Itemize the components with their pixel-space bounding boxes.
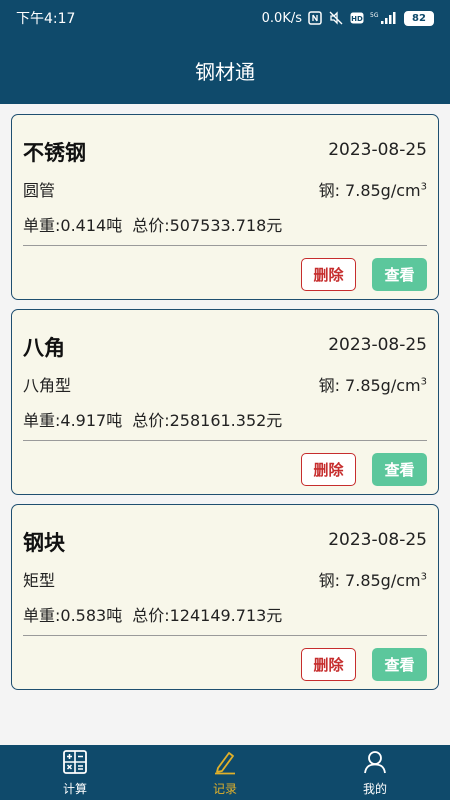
density-text: 钢: 7.85g/cm <box>318 571 421 590</box>
density-text: 钢: 7.85g/cm <box>318 181 421 200</box>
delete-button[interactable]: 删除 <box>301 258 356 291</box>
hd-icon: HD <box>350 12 364 24</box>
total-price: 总价:258161.352元 <box>132 411 283 430</box>
signal-icon: 5G <box>370 11 398 25</box>
record-name: 不锈钢 <box>23 141 86 165</box>
view-button[interactable]: 查看 <box>372 258 427 291</box>
total-price: 总价:124149.713元 <box>132 606 283 625</box>
nfc-icon <box>308 11 322 25</box>
record-density: 钢: 7.85g/cm3 <box>319 372 427 396</box>
status-bar: 下午4:17 0.0K/s HD 5G 82 <box>0 0 450 36</box>
mute-icon <box>328 11 344 25</box>
view-button[interactable]: 查看 <box>372 453 427 486</box>
record-stats: 单重:0.414吨 总价:507533.718元 <box>23 212 282 236</box>
density-exponent: 3 <box>420 571 427 583</box>
record-card[interactable]: 八角 2023-08-25 八角型 钢: 7.85g/cm3 单重:4.917吨… <box>11 309 439 495</box>
app-header: 钢材通 <box>0 36 450 104</box>
page-title: 钢材通 <box>195 59 255 84</box>
record-name: 八角 <box>23 336 65 360</box>
record-density: 钢: 7.85g/cm3 <box>319 567 427 591</box>
record-date: 2023-08-25 <box>328 530 427 550</box>
delete-button[interactable]: 删除 <box>301 453 356 486</box>
density-exponent: 3 <box>420 376 427 388</box>
density-text: 钢: 7.85g/cm <box>318 376 421 395</box>
tab-mine[interactable]: 我的 <box>300 745 450 800</box>
delete-button[interactable]: 删除 <box>301 648 356 681</box>
record-shape: 八角型 <box>23 376 72 395</box>
tab-records[interactable]: 记录 <box>150 745 300 800</box>
status-time: 下午4:17 <box>16 11 76 27</box>
tab-calculate[interactable]: 计算 <box>0 745 150 800</box>
record-shape: 矩型 <box>23 571 56 590</box>
unit-weight: 单重:4.917吨 <box>23 411 123 430</box>
battery-icon: 82 <box>404 10 434 26</box>
network-speed: 0.0K/s <box>261 10 302 26</box>
record-stats: 单重:0.583吨 总价:124149.713元 <box>23 602 282 626</box>
tab-label: 记录 <box>212 781 237 796</box>
record-card[interactable]: 钢块 2023-08-25 矩型 钢: 7.85g/cm3 单重:0.583吨总… <box>11 504 439 690</box>
record-stats: 单重:4.917吨 总价:258161.352元 <box>23 407 282 431</box>
record-density: 钢: 7.85g/cm3 <box>319 177 427 201</box>
record-card[interactable]: 不锈钢 2023-08-25 圆管 钢: 7.85g/cm3 单重:0.414吨… <box>11 114 439 300</box>
network-type: 5G <box>370 12 379 19</box>
divider <box>23 635 427 636</box>
record-shape: 圆管 <box>23 181 56 200</box>
unit-weight: 单重:0.583吨 <box>23 606 123 625</box>
pencil-icon <box>212 749 238 778</box>
density-exponent: 3 <box>420 181 427 193</box>
calculator-icon <box>62 749 88 778</box>
bottom-tab-bar: 计算 记录 我的 <box>0 745 450 800</box>
tab-label: 计算 <box>62 781 87 796</box>
svg-text:HD: HD <box>351 15 363 23</box>
record-date: 2023-08-25 <box>328 335 427 355</box>
divider <box>23 440 427 441</box>
view-button[interactable]: 查看 <box>372 648 427 681</box>
user-icon <box>362 749 388 778</box>
record-name: 钢块 <box>23 531 65 555</box>
unit-weight: 单重:0.414吨 <box>23 216 123 235</box>
status-icons: 0.0K/s HD 5G 82 <box>261 10 434 26</box>
record-date: 2023-08-25 <box>328 140 427 160</box>
divider <box>23 245 427 246</box>
total-price: 总价:507533.718元 <box>132 216 283 235</box>
tab-label: 我的 <box>362 781 387 796</box>
